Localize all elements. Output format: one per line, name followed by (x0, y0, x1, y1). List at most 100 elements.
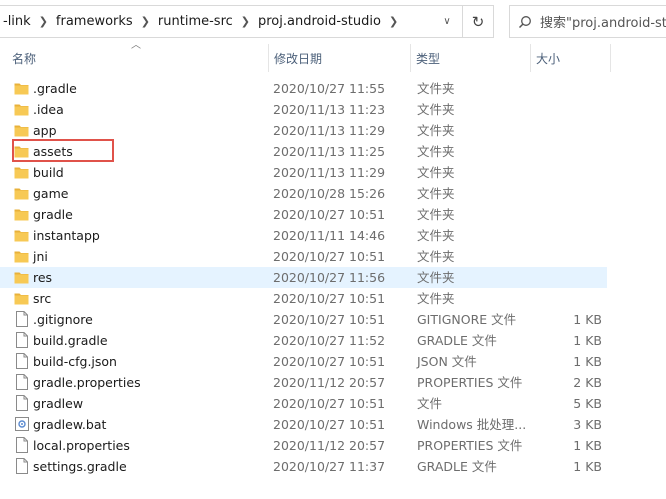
file-modified-date: 2020/10/27 10:51 (273, 207, 386, 222)
breadcrumb-item-link[interactable]: -link (0, 14, 35, 29)
file-row[interactable]: build.gradle 2020/10/27 11:52 GRADLE 文件 1 K… (0, 330, 607, 351)
file-name: gradle (33, 207, 73, 222)
file-type: GITIGNORE 文件 (417, 312, 517, 327)
file-row[interactable]: gradlew.bat 2020/10/27 10:51 Windows 批处理..… (0, 414, 607, 435)
folder-icon (14, 187, 29, 200)
file-type: 文件夹 (417, 291, 455, 306)
file-type: PROPERTIES 文件 (417, 375, 523, 390)
file-row[interactable]: .idea 2020/11/13 11:23 文件夹 (0, 99, 607, 120)
file-name: jni (33, 249, 48, 264)
file-size: 1 KB (573, 333, 602, 348)
file-size (537, 267, 602, 288)
file-name: instantapp (33, 228, 100, 243)
file-name: src (33, 291, 52, 306)
file-type: 文件夹 (417, 249, 455, 264)
file-icon (16, 437, 28, 453)
file-size: 1 KB (573, 354, 602, 369)
breadcrumb-item-runtime-src[interactable]: runtime-src (154, 14, 237, 29)
file-size (537, 120, 602, 141)
file-name: settings.gradle (33, 459, 127, 474)
file-row[interactable]: gradle.properties 2020/11/12 20:57 PROPERT… (0, 372, 607, 393)
file-row[interactable]: src 2020/10/27 10:51 文件夹 (0, 288, 607, 309)
file-type: GRADLE 文件 (417, 333, 497, 348)
file-size (537, 99, 602, 120)
file-modified-date: 2020/10/28 15:26 (273, 186, 386, 201)
file-icon (16, 311, 28, 327)
search-input[interactable]: 搜索"proj.android-stu (509, 5, 666, 38)
search-icon (510, 15, 540, 29)
sort-ascending-icon: ︿ (131, 40, 141, 51)
chevron-right-icon[interactable]: ❯ (137, 15, 154, 28)
address-bar[interactable]: -link ❯ frameworks ❯ runtime-src ❯ proj.… (0, 5, 494, 38)
file-size (537, 288, 602, 309)
chevron-right-icon[interactable]: ❯ (35, 15, 52, 28)
file-modified-date: 2020/11/13 11:25 (273, 144, 386, 159)
file-name: .idea (33, 102, 64, 117)
file-row[interactable]: local.properties 2020/11/12 20:57 PROPERTI… (0, 435, 607, 456)
file-type: 文件夹 (417, 144, 455, 159)
chevron-right-icon[interactable]: ❯ (237, 15, 254, 28)
file-size: 3 KB (573, 417, 602, 432)
file-row[interactable]: .gradle 2020/10/27 11:55 文件夹 (0, 78, 607, 99)
file-modified-date: 2020/10/27 10:51 (273, 291, 386, 306)
file-row[interactable]: res 2020/10/27 11:56 文件夹 (0, 267, 607, 288)
file-name: res (33, 270, 53, 285)
file-name: gradlew (33, 396, 84, 411)
file-type: PROPERTIES 文件 (417, 438, 523, 453)
breadcrumb-item-frameworks[interactable]: frameworks (52, 14, 137, 29)
file-row[interactable]: app 2020/11/13 11:29 文件夹 (0, 120, 607, 141)
file-size (537, 225, 602, 246)
file-type: Windows 批处理... (417, 417, 527, 432)
file-icon (16, 374, 28, 390)
column-date[interactable]: 修改日期 (268, 44, 410, 72)
file-name: local.properties (33, 438, 130, 453)
folder-icon (14, 250, 29, 263)
column-divider[interactable] (610, 44, 611, 72)
file-modified-date: 2020/10/27 10:51 (273, 312, 386, 327)
file-icon (16, 395, 28, 411)
folder-icon (14, 271, 29, 284)
file-row[interactable]: settings.gradle 2020/10/27 11:37 GRADLE 文件… (0, 456, 607, 477)
breadcrumb-item-proj-android-studio[interactable]: proj.android-studio (254, 14, 385, 29)
batch-file-icon (15, 416, 29, 432)
file-modified-date: 2020/10/27 11:37 (273, 459, 386, 474)
column-type[interactable]: 类型 (410, 44, 530, 72)
file-type: 文件夹 (417, 81, 455, 96)
folder-icon (14, 208, 29, 221)
refresh-button[interactable]: ↻ (462, 6, 493, 37)
file-row[interactable]: .gitignore 2020/10/27 10:51 GITIGNORE 文件 1 … (0, 309, 607, 330)
address-history-dropdown[interactable]: ∨ (432, 6, 462, 37)
file-size (537, 246, 602, 267)
file-name: build.gradle (33, 333, 108, 348)
file-row[interactable]: build-cfg.json 2020/10/27 10:51 JSON 文件 1 K… (0, 351, 607, 372)
file-icon (16, 458, 28, 474)
column-header: 名称 修改日期 类型 大小 (0, 44, 666, 72)
file-type: 文件夹 (417, 186, 455, 201)
file-modified-date: 2020/10/27 11:55 (273, 81, 386, 96)
file-type: GRADLE 文件 (417, 459, 497, 474)
file-row[interactable]: game 2020/10/28 15:26 文件夹 (0, 183, 607, 204)
file-type: 文件 (417, 396, 443, 411)
refresh-icon: ↻ (471, 12, 485, 31)
file-type: 文件夹 (417, 123, 455, 138)
file-modified-date: 2020/10/27 10:51 (273, 354, 386, 369)
file-row[interactable]: jni 2020/10/27 10:51 文件夹 (0, 246, 607, 267)
file-row[interactable]: build 2020/11/13 11:29 文件夹 (0, 162, 607, 183)
file-type: 文件夹 (417, 270, 455, 285)
column-size[interactable]: 大小 (530, 44, 610, 72)
file-row[interactable]: gradle 2020/10/27 10:51 文件夹 (0, 204, 607, 225)
file-name: game (33, 186, 69, 201)
file-modified-date: 2020/10/27 10:51 (273, 396, 386, 411)
chevron-right-icon[interactable]: ❯ (385, 15, 402, 28)
folder-icon (14, 292, 29, 305)
folder-icon (14, 229, 29, 242)
file-type: JSON 文件 (417, 354, 477, 369)
file-name: gradle.properties (33, 375, 141, 390)
file-modified-date: 2020/11/12 20:57 (273, 438, 386, 453)
file-name: .gitignore (33, 312, 93, 327)
file-icon (16, 353, 28, 369)
address-row: -link ❯ frameworks ❯ runtime-src ❯ proj.… (0, 0, 666, 44)
file-row[interactable]: gradlew 2020/10/27 10:51 文件 5 KB (0, 393, 607, 414)
folder-icon (14, 82, 29, 95)
file-row[interactable]: instantapp 2020/11/11 14:46 文件夹 (0, 225, 607, 246)
